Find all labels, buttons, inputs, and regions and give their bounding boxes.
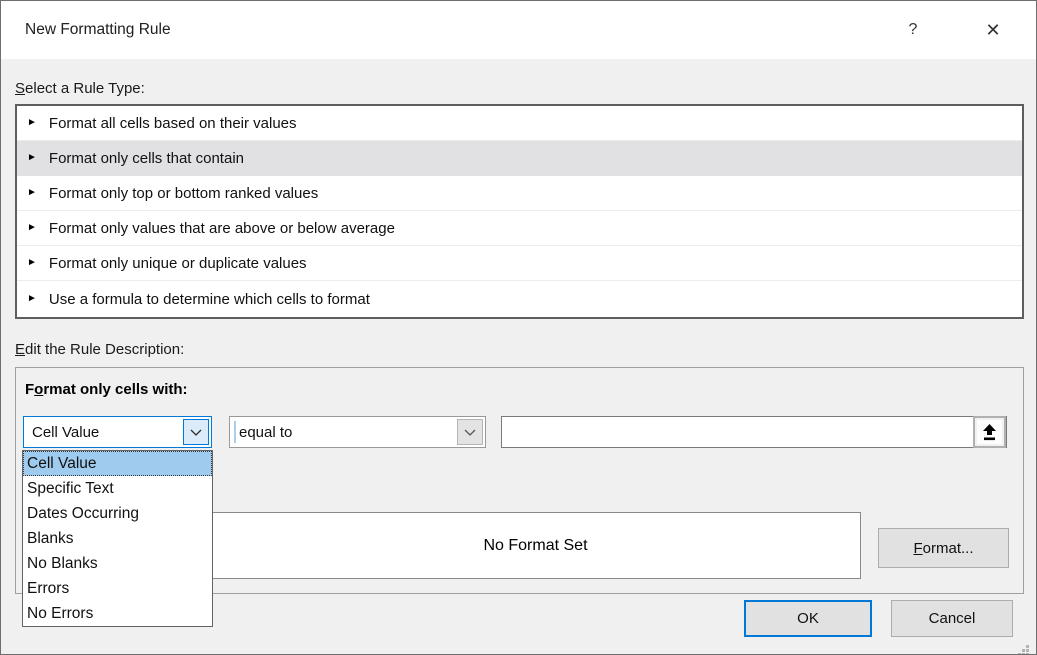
- cell-type-combobox-dropdown-button[interactable]: [183, 419, 209, 445]
- rule-type-item-cells-that-contain[interactable]: ► Format only cells that contain: [17, 141, 1022, 176]
- rule-type-item-label: Format all cells based on their values: [49, 115, 297, 132]
- rule-type-item-label: Use a formula to determine which cells t…: [49, 291, 370, 308]
- operator-combobox-value: equal to: [236, 424, 457, 441]
- title-bar: New Formatting Rule ? ✕: [1, 1, 1036, 59]
- close-icon: ✕: [985, 20, 1000, 41]
- cell-type-dropdown-list: Cell Value Specific Text Dates Occurring…: [22, 450, 213, 627]
- rule-item-arrow-icon: ►: [27, 258, 37, 268]
- value-field-wrap: [501, 416, 1007, 448]
- chevron-down-icon: [464, 429, 476, 436]
- help-button[interactable]: ?: [893, 13, 933, 47]
- rule-type-item-above-below-average[interactable]: ► Format only values that are above or b…: [17, 211, 1022, 246]
- dropdown-item-specific-text[interactable]: Specific Text: [23, 476, 212, 501]
- dropdown-item-cell-value[interactable]: Cell Value: [23, 451, 212, 476]
- help-icon: ?: [909, 21, 918, 39]
- range-selector-button[interactable]: [973, 416, 1006, 448]
- format-only-cells-with-label: Format only cells with:: [25, 381, 188, 398]
- rule-item-arrow-icon: ►: [27, 118, 37, 128]
- format-preview-box: No Format Set: [210, 512, 861, 579]
- cancel-button[interactable]: Cancel: [891, 600, 1013, 637]
- rule-type-item-label: Format only values that are above or bel…: [49, 220, 395, 237]
- format-button[interactable]: Format...: [878, 528, 1009, 568]
- rule-type-item-cells-based-on-values[interactable]: ► Format all cells based on their values: [17, 106, 1022, 141]
- dropdown-item-errors[interactable]: Errors: [23, 576, 212, 601]
- edit-rule-description-label: Edit the Rule Description:: [15, 341, 184, 358]
- resize-grip-icon[interactable]: [1026, 645, 1029, 648]
- rule-item-arrow-icon: ►: [27, 188, 37, 198]
- rule-type-item-unique-duplicate[interactable]: ► Format only unique or duplicate values: [17, 246, 1022, 281]
- cell-type-combobox[interactable]: Cell Value: [23, 416, 212, 448]
- operator-combobox-dropdown-button[interactable]: [457, 419, 483, 445]
- dropdown-item-blanks[interactable]: Blanks: [23, 526, 212, 551]
- rule-type-item-top-bottom-ranked[interactable]: ► Format only top or bottom ranked value…: [17, 176, 1022, 211]
- value-input[interactable]: [502, 417, 972, 447]
- rule-type-listbox: ► Format all cells based on their values…: [15, 104, 1024, 319]
- rule-item-arrow-icon: ►: [27, 294, 37, 304]
- dropdown-item-no-blanks[interactable]: No Blanks: [23, 551, 212, 576]
- no-format-set-text: No Format Set: [483, 537, 587, 555]
- rule-type-item-label: Format only top or bottom ranked values: [49, 185, 318, 202]
- rule-type-item-label: Format only unique or duplicate values: [49, 255, 307, 272]
- rule-type-item-use-formula[interactable]: ► Use a formula to determine which cells…: [17, 281, 1022, 316]
- dialog-title: New Formatting Rule: [25, 1, 171, 59]
- dropdown-item-no-errors[interactable]: No Errors: [23, 601, 212, 626]
- ok-button[interactable]: OK: [744, 600, 872, 637]
- cell-type-combobox-value: Cell Value: [24, 424, 183, 441]
- rule-type-item-label: Format only cells that contain: [49, 150, 244, 167]
- chevron-down-icon: [190, 429, 202, 436]
- new-formatting-rule-dialog: New Formatting Rule ? ✕ Select a Rule Ty…: [0, 0, 1037, 655]
- close-button[interactable]: ✕: [973, 13, 1013, 47]
- rule-item-arrow-icon: ►: [27, 153, 37, 163]
- collapse-dialog-icon: [982, 424, 997, 441]
- rule-item-arrow-icon: ►: [27, 223, 37, 233]
- operator-combobox[interactable]: equal to: [229, 416, 486, 448]
- dropdown-item-dates-occurring[interactable]: Dates Occurring: [23, 501, 212, 526]
- select-rule-type-label: Select a Rule Type:: [15, 80, 145, 97]
